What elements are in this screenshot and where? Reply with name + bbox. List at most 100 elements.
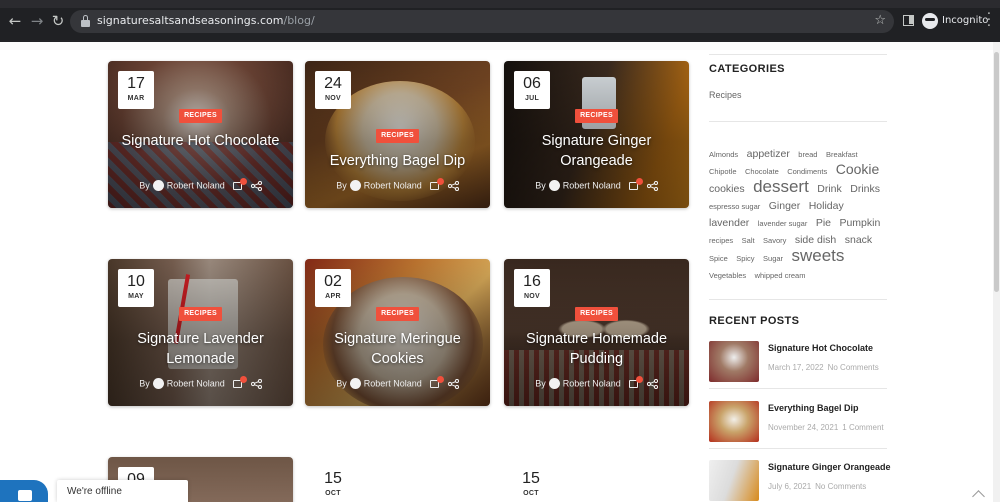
recent-post-item[interactable]: Signature Ginger Orangeade July 6, 2021 N… xyxy=(709,460,891,502)
category-badge[interactable]: RECIPES xyxy=(179,307,222,321)
lock-icon[interactable] xyxy=(81,15,90,27)
reload-icon[interactable]: ↻ xyxy=(50,13,66,29)
tag-link[interactable]: Chipotle xyxy=(709,167,737,176)
tag-link[interactable]: espresso sugar xyxy=(709,202,760,211)
tag-link[interactable]: Salt xyxy=(742,236,755,245)
share-icon[interactable] xyxy=(646,378,658,389)
recent-post-thumbnail[interactable] xyxy=(709,460,759,501)
tag-link[interactable]: recipes xyxy=(709,236,733,245)
browser-menu-icon[interactable]: · · · xyxy=(986,8,992,33)
recent-post-thumbnail[interactable] xyxy=(709,341,759,382)
post-title[interactable]: Signature Lavender Lemonade xyxy=(116,329,285,369)
post-card[interactable]: 17 MAR RECIPES Signature Hot Chocolate B… xyxy=(108,61,293,208)
tag-link[interactable]: Pumpkin xyxy=(839,217,880,229)
post-title[interactable]: Signature Hot Chocolate xyxy=(116,131,285,151)
tag-link[interactable]: Savory xyxy=(763,236,786,245)
post-card[interactable]: 06 JUL RECIPES Signature Ginger Orangead… xyxy=(504,61,689,208)
author-name[interactable]: Robert Noland xyxy=(563,181,621,191)
url-text[interactable]: signaturesaltsandseasonings.com/blog/ xyxy=(97,14,315,27)
post-card[interactable]: 10 MAY RECIPES Signature Lavender Lemona… xyxy=(108,259,293,406)
category-badge[interactable]: RECIPES xyxy=(376,129,419,143)
tag-link[interactable]: Breakfast xyxy=(826,150,858,159)
bookmark-star-icon[interactable]: ☆ xyxy=(874,13,886,28)
share-icon[interactable] xyxy=(646,180,658,191)
post-title[interactable]: Everything Bagel Dip xyxy=(313,151,482,171)
tag-cloud: Almonds appetizer bread Breakfast Chipot… xyxy=(709,145,889,283)
comment-icon[interactable] xyxy=(628,375,643,388)
recent-post-item[interactable]: Everything Bagel Dip November 24, 2021 1 … xyxy=(709,401,889,445)
tag-link[interactable]: Condiments xyxy=(787,167,827,176)
tag-link[interactable]: cookies xyxy=(709,183,745,195)
date-month: NOV xyxy=(523,293,541,300)
tag-link[interactable]: Drinks xyxy=(850,183,880,195)
tag-link[interactable]: Drink xyxy=(817,183,842,195)
tag-link[interactable]: Vegetables xyxy=(709,271,746,280)
post-title[interactable]: Signature Ginger Orangeade xyxy=(512,131,681,171)
recent-post-comments[interactable]: No Comments xyxy=(828,363,879,372)
tag-link[interactable]: sweets xyxy=(791,246,844,265)
scroll-to-top-icon[interactable] xyxy=(972,490,985,502)
tag-link[interactable]: Chocolate xyxy=(745,167,779,176)
author-name[interactable]: Robert Noland xyxy=(563,379,621,389)
comment-icon[interactable] xyxy=(429,375,444,388)
comment-icon[interactable] xyxy=(429,177,444,190)
tag-link[interactable]: bread xyxy=(798,150,817,159)
post-card[interactable]: 16 NOV RECIPES Signature Homemade Puddin… xyxy=(504,259,689,406)
tag-link[interactable]: snack xyxy=(845,234,872,246)
category-link-recipes[interactable]: Recipes xyxy=(709,90,742,100)
recent-post-thumbnail[interactable] xyxy=(709,401,759,442)
tag-link[interactable]: Pie xyxy=(816,217,831,229)
author-name[interactable]: Robert Noland xyxy=(167,181,225,191)
tag-link[interactable]: dessert xyxy=(753,177,809,196)
incognito-icon[interactable] xyxy=(922,13,938,29)
author-avatar xyxy=(548,180,560,192)
chat-bubble-icon xyxy=(18,490,32,501)
back-icon[interactable]: ← xyxy=(7,13,23,29)
chat-launcher-button[interactable] xyxy=(0,480,48,502)
recent-post-title[interactable]: Signature Ginger Orangeade xyxy=(768,462,891,472)
recent-post-comments[interactable]: 1 Comment xyxy=(842,423,883,432)
author-name[interactable]: Robert Noland xyxy=(364,181,422,191)
tag-link[interactable]: side dish xyxy=(795,234,836,246)
recent-post-comments[interactable]: No Comments xyxy=(815,482,866,491)
recent-post-item[interactable]: Signature Hot Chocolate March 17, 2022 No… xyxy=(709,341,889,385)
category-badge[interactable]: RECIPES xyxy=(376,307,419,321)
share-icon[interactable] xyxy=(250,180,262,191)
tag-link[interactable]: lavender sugar xyxy=(758,219,808,228)
share-icon[interactable] xyxy=(447,378,459,389)
chat-status-box[interactable]: We're offline xyxy=(57,480,188,502)
category-badge[interactable]: RECIPES xyxy=(575,307,618,321)
comment-icon[interactable] xyxy=(628,177,643,190)
scrollbar-thumb[interactable] xyxy=(994,52,999,292)
tag-link[interactable]: Cookie xyxy=(836,161,880,177)
tag-link[interactable]: Sugar xyxy=(763,254,783,263)
tag-link[interactable]: Spicy xyxy=(736,254,754,263)
forward-icon[interactable]: → xyxy=(29,13,45,29)
post-title[interactable]: Signature Meringue Cookies xyxy=(313,329,482,369)
comment-icon[interactable] xyxy=(232,375,247,388)
share-icon[interactable] xyxy=(250,378,262,389)
tag-link[interactable]: whipped cream xyxy=(755,271,806,280)
post-card[interactable]: 02 APR RECIPES Signature Meringue Cookie… xyxy=(305,259,490,406)
comment-icon[interactable] xyxy=(232,177,247,190)
tag-link[interactable]: Spice xyxy=(709,254,728,263)
author-name[interactable]: Robert Noland xyxy=(167,379,225,389)
profile-label[interactable]: Incognito xyxy=(942,15,988,26)
date-badge: 10 MAY xyxy=(118,269,154,307)
tag-link[interactable]: Ginger xyxy=(769,200,801,212)
category-badge[interactable]: RECIPES xyxy=(575,109,618,123)
post-card[interactable]: 24 NOV RECIPES Everything Bagel Dip By Ro… xyxy=(305,61,490,208)
tag-link[interactable]: lavender xyxy=(709,217,749,229)
recent-post-title[interactable]: Signature Hot Chocolate xyxy=(768,343,873,353)
address-bar[interactable]: signaturesaltsandseasonings.com/blog/ ☆ xyxy=(70,10,894,33)
tag-link[interactable]: Almonds xyxy=(709,150,738,159)
tag-link[interactable]: Holiday xyxy=(809,200,844,212)
recent-post-title[interactable]: Everything Bagel Dip xyxy=(768,403,859,413)
category-badge[interactable]: RECIPES xyxy=(179,109,222,123)
post-title[interactable]: Signature Homemade Pudding xyxy=(512,329,681,369)
author-name[interactable]: Robert Noland xyxy=(364,379,422,389)
side-panel-icon[interactable] xyxy=(903,15,914,26)
page-scrollbar[interactable] xyxy=(993,42,1000,502)
share-icon[interactable] xyxy=(447,180,459,191)
tag-link[interactable]: appetizer xyxy=(747,148,790,160)
